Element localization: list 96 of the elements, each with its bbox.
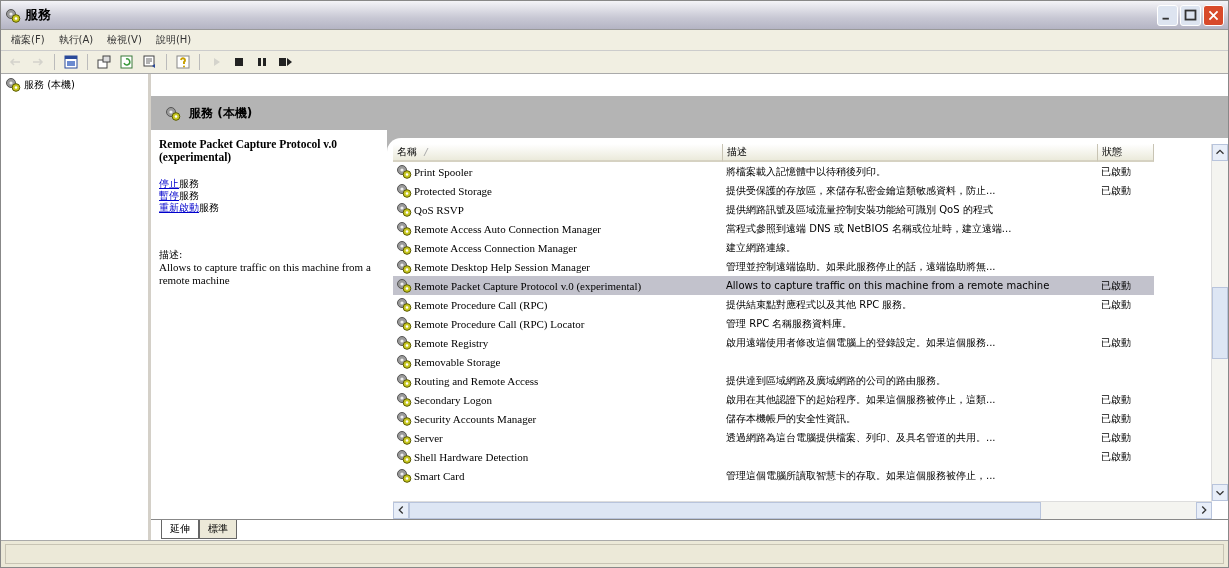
service-icon [396,183,412,198]
minimize-button[interactable] [1157,4,1178,26]
service-icon [396,449,412,464]
description-cell: 建立網路連線。 [726,240,796,255]
action-link[interactable]: 重新啟動 [159,202,199,213]
selected-row[interactable]: Remote Packet Capture Protocol v.0 (experimental) Allows to capture traffic on this machine from a remote machine 已啟動 [393,276,1154,295]
service-icon [396,278,412,293]
scroll-up-button[interactable] [1212,144,1228,161]
service-name-cell[interactable]: Secondary Logon [414,393,492,406]
action-label: 服務 [199,202,219,213]
status-cell: 已啟動 [1101,164,1131,179]
service-name-cell[interactable]: Remote Packet Capture Protocol v.0 (experimental) [414,279,642,292]
service-name-cell[interactable]: Server [414,431,443,444]
description-text: Allows to capture traffic on this machine from a remote machine [159,261,372,287]
description-cell: Allows to capture traffic on this machine from a remote machine [726,280,1050,291]
action-label: 服務 [179,178,199,189]
scrollbar-thumb[interactable] [1212,286,1228,359]
scrollbar-thumb[interactable] [409,502,1041,519]
description-cell: 啟用在其他認證下的起始程序。如果這個服務被停止，這類... [726,392,996,407]
service-icon [396,354,412,369]
status-cell: 已啟動 [1101,430,1131,445]
description-label: 描述: [159,248,184,261]
service-name-cell[interactable]: Removable Storage [414,355,501,368]
description-cell: 提供達到區域網路及廣域網路的公司的路由服務。 [726,373,946,388]
service-name-cell[interactable]: Remote Registry [414,336,489,349]
status-cell: 已啟動 [1101,278,1131,293]
description-cell: 管理這個電腦所讀取智慧卡的存取。如果這個服務被停止，... [726,468,996,483]
sort-icon [423,148,429,156]
service-icon [396,468,412,483]
description-cell: 管理 RPC 名稱服務資料庫。 [726,316,853,331]
service-name-cell[interactable]: Print Spooler [414,165,473,178]
service-icon [396,430,412,445]
service-icon [396,297,412,312]
action-link[interactable]: 停止 [159,178,179,189]
service-icon [396,373,412,388]
status-cell: 已啟動 [1101,411,1131,426]
service-name-cell[interactable]: Remote Procedure Call (RPC) Locator [414,317,585,330]
service-name-cell[interactable]: Remote Procedure Call (RPC) [414,298,548,311]
tree-item[interactable]: 服務 (本機) [3,76,146,93]
scroll-left-button[interactable] [393,502,409,519]
status-cell: 已啟動 [1101,449,1131,464]
service-name-cell[interactable]: Remote Access Auto Connection Manager [414,222,601,235]
menu-item[interactable]: 檢視(V) [101,32,148,48]
column-header[interactable]: 描述 [723,144,1098,162]
action-link[interactable]: 暫停 [159,190,179,201]
service-name-cell[interactable]: Security Accounts Manager [414,412,537,425]
close-button[interactable] [1203,4,1224,26]
column-header[interactable]: 名稱 [393,144,723,162]
status-cell: 已啟動 [1101,183,1131,198]
description-cell: 儲存本機帳戶的安全性資訊。 [726,411,856,426]
help-toolbar-icon[interactable] [173,53,193,71]
column-header[interactable]: 狀態 [1098,144,1154,162]
description-cell: 透過網路為這台電腦提供檔案、列印、及具名管道的共用。... [726,430,996,445]
service-icon [396,411,412,426]
status-cell: 已啟動 [1101,335,1131,350]
action-label: 服務 [179,190,199,201]
service-icon [396,316,412,331]
description-cell: 管理並控制遠端協助。如果此服務停止的話，遠端協助將無... [726,259,996,274]
scroll-down-button[interactable] [1212,484,1228,501]
menu-item[interactable]: 說明(H) [149,32,198,48]
menu-item[interactable]: 執行(A) [52,32,100,48]
service-icon [396,221,412,236]
description-cell: 提供網路訊號及區域流量控制安裝功能給可識別 QoS 的程式 [726,202,993,217]
properties-toolbar-icon[interactable] [94,53,114,71]
app-icon [5,7,21,23]
service-name-cell[interactable]: Smart Card [414,469,465,482]
service-name-cell[interactable]: Remote Desktop Help Session Manager [414,260,590,273]
service-icon [396,164,412,179]
window-title: 服務 [25,6,52,24]
service-name-cell[interactable]: Shell Hardware Detection [414,450,529,463]
service-name-cell[interactable]: Remote Access Connection Manager [414,241,577,254]
service-icon [396,240,412,255]
console-toolbar-icon[interactable] [61,53,81,71]
view-tab[interactable]: 延伸 [161,520,199,539]
service-name-cell[interactable]: Protected Storage [414,184,492,197]
status-cell: 已啟動 [1101,392,1131,407]
service-name-cell[interactable]: Routing and Remote Access [414,374,539,387]
service-icon [396,335,412,350]
description-cell: 啟用遠端使用者修改這個電腦上的登錄設定。如果這個服務... [726,335,996,350]
description-cell: 提供結束點對應程式以及其他 RPC 服務。 [726,297,913,312]
maximize-button[interactable] [1180,4,1201,26]
service-name-cell[interactable]: QoS RSVP [414,203,464,216]
service-name: Remote Packet Capture Protocol v.0 (experimental) [159,138,339,164]
service-icon [396,259,412,274]
service-icon [165,105,181,121]
description-cell: 當程式參照到遠端 DNS 或 NetBIOS 名稱或位址時，建立遠端... [726,221,1012,236]
description-cell: 提供受保護的存放區，來儲存私密金鑰這類敏感資料，防止... [726,183,996,198]
description-cell: 將檔案載入記憶體中以待稍後列印。 [726,164,886,179]
menu-item[interactable]: 檔案(F) [5,32,51,48]
pane-title: 服務 (本機) [189,104,253,122]
view-tab[interactable]: 標準 [199,520,237,539]
scroll-right-button[interactable] [1196,502,1212,519]
service-icon [396,202,412,217]
service-icon [5,77,21,92]
status-cell: 已啟動 [1101,297,1131,312]
service-icon [396,392,412,407]
